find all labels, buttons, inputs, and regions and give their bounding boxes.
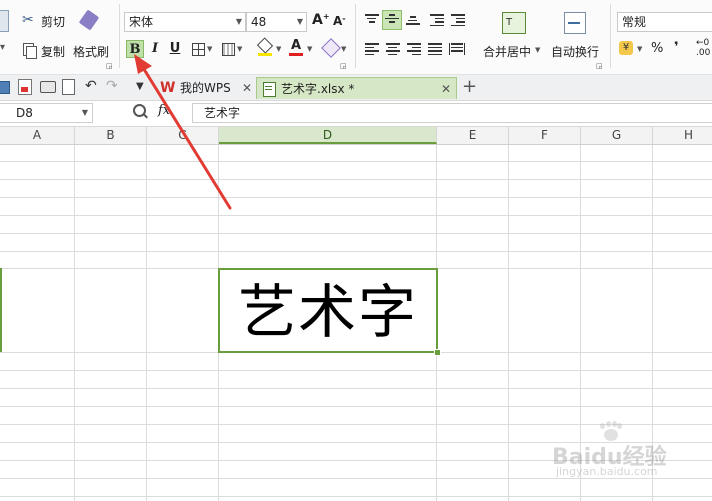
annotation-arrow (134, 54, 232, 210)
